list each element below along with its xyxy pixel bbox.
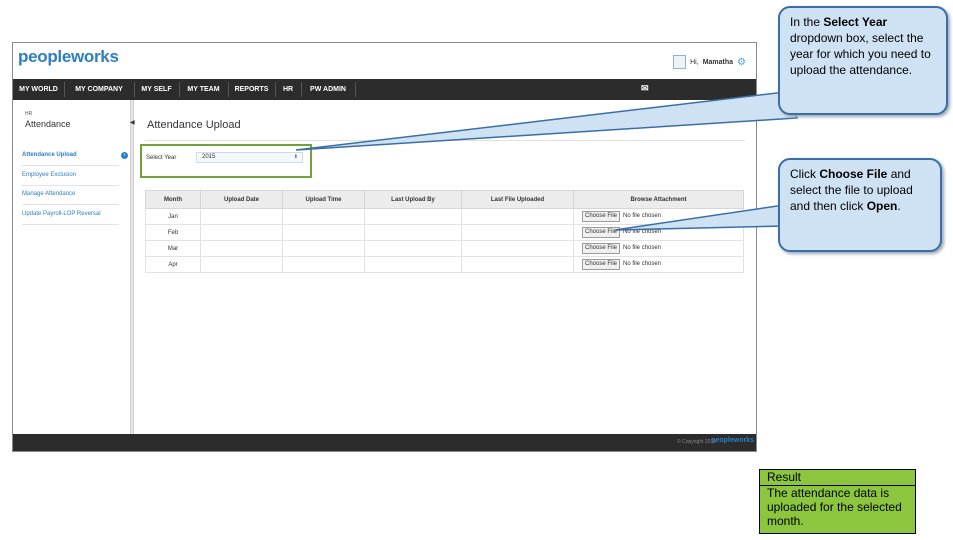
callout-choose-file: Click Choose File and select the file to… (778, 158, 942, 252)
callout-pointer-year (295, 91, 799, 151)
result-box: Result The attendance data is uploaded f… (759, 469, 916, 534)
result-heading: Result (760, 470, 915, 486)
callout-pointer-file (614, 204, 787, 231)
result-body: The attendance data is uploaded for the … (767, 486, 902, 528)
callout-select-year: In the Select Year dropdown box, select … (778, 6, 948, 115)
